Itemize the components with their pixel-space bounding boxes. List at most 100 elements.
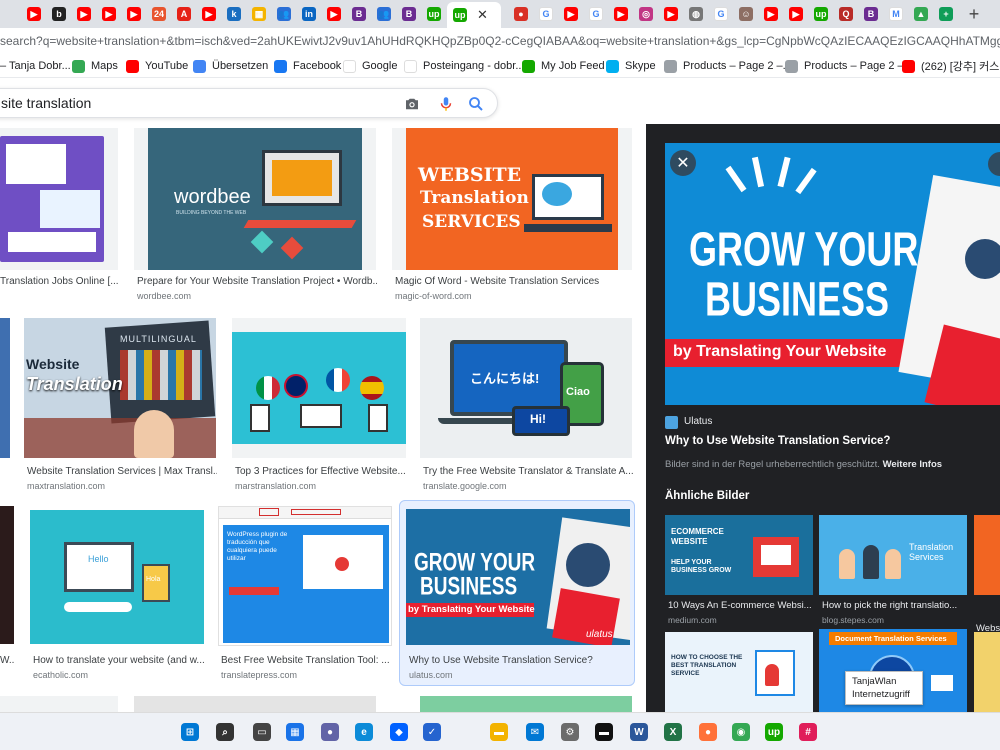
browser-tab[interactable]: A bbox=[172, 2, 196, 26]
bookmark-item[interactable]: Facebook bbox=[274, 58, 341, 74]
browser-tab[interactable]: ◎ bbox=[634, 2, 658, 26]
bookmark-item[interactable]: YouTube bbox=[126, 58, 188, 74]
taskbar-app[interactable]: ● bbox=[318, 720, 342, 744]
taskbar-app[interactable]: ● bbox=[696, 720, 720, 744]
result-site[interactable]: translate.google.com bbox=[423, 481, 633, 491]
result-title[interactable]: Magic Of Word - Website Translation Serv… bbox=[395, 276, 635, 287]
browser-tab[interactable]: 24 bbox=[147, 2, 171, 26]
taskbar-app[interactable]: ◆ bbox=[387, 720, 411, 744]
similar-image[interactable] bbox=[974, 632, 1000, 712]
bookmark-item[interactable]: (262) [강추] 커스터... bbox=[902, 58, 1000, 74]
address-bar[interactable]: search?q=website+translation+&tbm=isch&v… bbox=[0, 28, 1000, 54]
browser-tab[interactable]: ▲ bbox=[909, 2, 933, 26]
browser-tab[interactable]: + bbox=[934, 2, 958, 26]
result-site[interactable]: translatepress.com bbox=[221, 670, 393, 680]
browser-tab[interactable]: ▶ bbox=[97, 2, 121, 26]
result-image[interactable]: WordPress plugin de traducción que cualq… bbox=[218, 506, 392, 646]
browser-tab[interactable]: 👥 bbox=[372, 2, 396, 26]
browser-tab[interactable]: B bbox=[347, 2, 371, 26]
taskbar-app[interactable]: ◉ bbox=[729, 720, 753, 744]
result-site[interactable]: marstranslation.com bbox=[235, 481, 407, 491]
result-site[interactable]: ulatus.com bbox=[409, 670, 629, 680]
similar-title[interactable]: 10 Ways An E-commerce Websi... bbox=[668, 600, 812, 611]
url-text[interactable]: search?q=website+translation+&tbm=isch&v… bbox=[0, 34, 1000, 48]
bookmark-item[interactable]: Products – Page 2 –... bbox=[664, 58, 792, 74]
result-image[interactable] bbox=[232, 318, 406, 458]
result-image[interactable] bbox=[0, 128, 118, 270]
browser-tab[interactable]: up bbox=[422, 2, 446, 26]
browser-tab[interactable]: ▶ bbox=[122, 2, 146, 26]
browser-tab[interactable]: B bbox=[397, 2, 421, 26]
result-title[interactable]: Top 3 Practices for Effective Website... bbox=[235, 466, 407, 477]
result-title[interactable]: Try the Free Website Translator & Transl… bbox=[423, 466, 633, 477]
preview-source[interactable]: Ulatus bbox=[684, 416, 712, 427]
result-site[interactable]: maxtranslation.com bbox=[27, 481, 217, 491]
result-image[interactable]: MULTILINGUAL Website Translation bbox=[24, 318, 216, 458]
taskbar-app[interactable]: ▦ bbox=[283, 720, 307, 744]
result-image[interactable]: Hello Hola bbox=[30, 510, 204, 644]
browser-tab[interactable]: b bbox=[47, 2, 71, 26]
result-site[interactable]: wordbee.com bbox=[137, 291, 377, 301]
browser-tab[interactable]: in bbox=[297, 2, 321, 26]
taskbar-app[interactable]: ▬ bbox=[487, 720, 511, 744]
result-image[interactable]: wordbee BUILDING BEYOND THE WEB bbox=[134, 128, 376, 270]
taskbar-app[interactable]: ✓ bbox=[420, 720, 444, 744]
camera-icon[interactable] bbox=[403, 95, 421, 113]
browser-tab[interactable]: G bbox=[709, 2, 733, 26]
taskbar-app[interactable]: ⊞ bbox=[178, 720, 202, 744]
bookmark-item[interactable]: Products – Page 2 –... bbox=[785, 58, 913, 74]
browser-tab[interactable]: ▶ bbox=[22, 2, 46, 26]
browser-tab[interactable]: B bbox=[859, 2, 883, 26]
browser-tab[interactable]: ▶ bbox=[784, 2, 808, 26]
similar-site[interactable]: blog.stepes.com bbox=[822, 615, 884, 625]
result-selected[interactable]: GROW YOUR BUSINESS by Translating Your W… bbox=[399, 500, 635, 686]
browser-tab[interactable]: G bbox=[534, 2, 558, 26]
result-site[interactable]: magic-of-word.com bbox=[395, 291, 635, 301]
bookmark-item[interactable]: Google bbox=[343, 58, 397, 74]
search-box[interactable]: site translation bbox=[0, 88, 498, 118]
result-image[interactable] bbox=[0, 318, 10, 458]
browser-tab[interactable]: G bbox=[584, 2, 608, 26]
new-tab-button[interactable]: + bbox=[962, 3, 986, 25]
taskbar-app[interactable]: ▬ bbox=[592, 720, 616, 744]
taskbar-app[interactable]: ⌕ bbox=[213, 720, 237, 744]
browser-tab[interactable]: Q bbox=[834, 2, 858, 26]
similar-image[interactable] bbox=[974, 515, 1000, 595]
browser-tab[interactable]: 👥 bbox=[272, 2, 296, 26]
browser-tab[interactable]: M bbox=[884, 2, 908, 26]
close-preview-button[interactable]: ✕ bbox=[670, 150, 696, 176]
browser-tab[interactable]: ● bbox=[509, 2, 533, 26]
result-title[interactable]: Why to Use Website Translation Service? bbox=[409, 655, 629, 666]
preview-title[interactable]: Why to Use Website Translation Service? bbox=[665, 435, 890, 447]
search-icon[interactable] bbox=[467, 95, 485, 113]
more-info-link[interactable]: Weitere Infos bbox=[883, 459, 942, 470]
result-site[interactable]: ecatholic.com bbox=[33, 670, 205, 680]
taskbar-app[interactable]: ✉ bbox=[523, 720, 547, 744]
browser-tab[interactable]: up bbox=[809, 2, 833, 26]
result-title[interactable]: Best Free Website Translation Tool: ... bbox=[221, 655, 393, 666]
browser-tab[interactable]: ▶ bbox=[659, 2, 683, 26]
taskbar-app[interactable]: ⚙ bbox=[558, 720, 582, 744]
close-tab-icon[interactable]: ✕ bbox=[477, 7, 488, 23]
bookmark-item[interactable]: Übersetzen bbox=[193, 58, 268, 74]
preview-image[interactable]: GROW YOUR BUSINESS by Translating Your W… bbox=[665, 143, 1000, 405]
result-title[interactable]: How to translate your website (and w... bbox=[33, 655, 205, 666]
result-title[interactable]: Website Translation Services | Max Trans… bbox=[27, 466, 217, 477]
bookmark-item[interactable]: Skype bbox=[606, 58, 656, 74]
taskbar-app[interactable]: W bbox=[627, 720, 651, 744]
browser-tab[interactable]: ▶ bbox=[559, 2, 583, 26]
similar-title[interactable]: How to pick the right translatio... bbox=[822, 600, 957, 611]
taskbar-app[interactable]: X bbox=[661, 720, 685, 744]
browser-tab[interactable]: ▶ bbox=[759, 2, 783, 26]
taskbar-app[interactable]: ▭ bbox=[250, 720, 274, 744]
bookmark-item[interactable]: Posteingang - dobr... bbox=[404, 58, 525, 74]
search-input[interactable]: site translation bbox=[1, 95, 91, 111]
microphone-icon[interactable] bbox=[437, 95, 455, 113]
result-image[interactable] bbox=[0, 506, 14, 644]
result-image[interactable]: GROW YOUR BUSINESS by Translating Your W… bbox=[406, 509, 630, 645]
similar-image[interactable]: ECOMMERCE WEBSITE HELP YOUR BUSINESS GRO… bbox=[665, 515, 813, 595]
bookmark-item[interactable]: My Job Feed bbox=[522, 58, 605, 74]
bookmark-item[interactable]: – Tanja Dobr... bbox=[0, 58, 71, 74]
browser-tab[interactable]: ▦ bbox=[247, 2, 271, 26]
result-title[interactable]: Prepare for Your Website Translation Pro… bbox=[137, 276, 377, 287]
